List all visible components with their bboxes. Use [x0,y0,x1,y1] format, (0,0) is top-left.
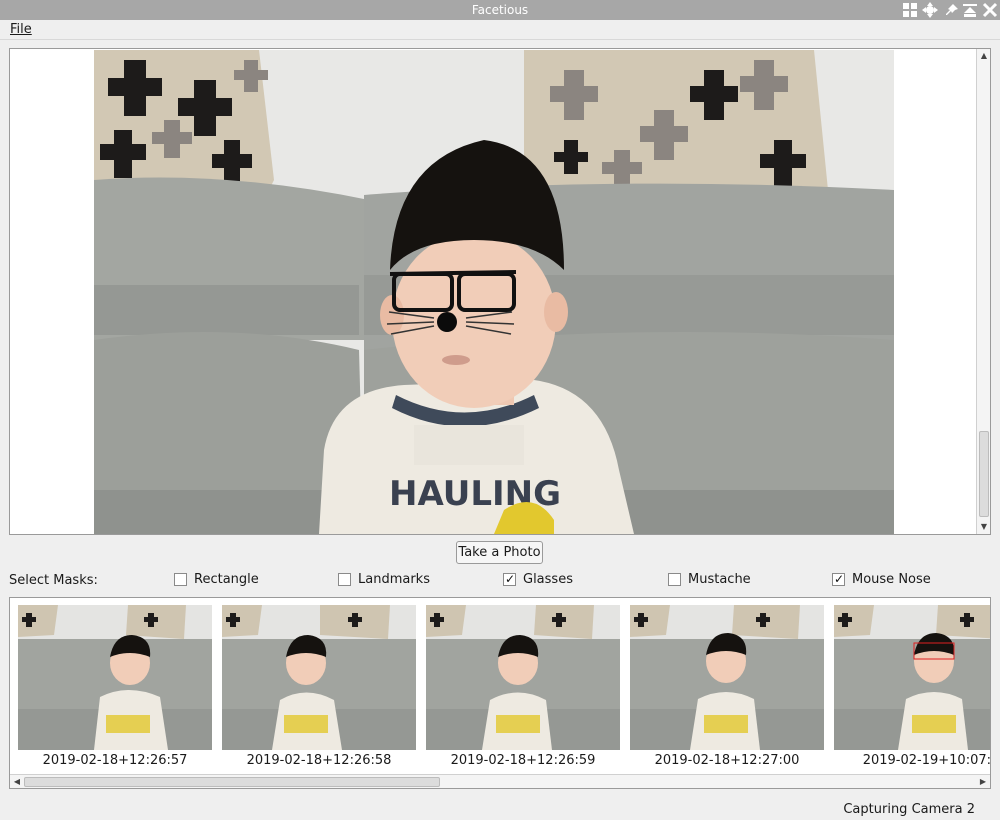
photo-gallery: 2019-02-18+12:26:57 2019-02-18+12:26:58 [9,597,991,789]
horizontal-scroll-thumb[interactable] [24,777,440,787]
gallery-thumbnail[interactable] [834,605,990,750]
select-masks-label: Select Masks: [9,573,98,588]
menu-bar: File [0,20,1000,40]
mask-mustache[interactable]: Mustache [668,572,751,587]
mask-mouse-nose[interactable]: ✓ Mouse Nose [832,572,931,587]
thumbnail-caption: 2019-02-18+12:26:59 [450,753,596,768]
vertical-scroll-thumb[interactable] [979,431,989,517]
gallery-item[interactable]: 2019-02-18+12:26:58 [222,605,416,768]
status-text: Capturing Camera 2 [843,802,975,817]
scroll-left-icon[interactable]: ◀ [10,775,24,788]
thumbnail-caption: 2019-02-18+12:27:00 [654,753,800,768]
mask-label: Mouse Nose [852,572,931,587]
mask-label: Mustache [688,572,751,587]
take-photo-button[interactable]: Take a Photo [456,541,543,564]
minimize-icon[interactable] [962,2,978,18]
mustache-checkbox[interactable] [668,573,681,586]
mouse-nose-checkbox[interactable]: ✓ [832,572,845,586]
check-icon: ✓ [505,572,516,586]
glasses-checkbox[interactable]: ✓ [503,572,516,586]
scroll-down-icon[interactable]: ▼ [977,520,991,534]
gallery-thumbnail[interactable] [630,605,824,750]
gallery-thumbnail[interactable] [426,605,620,750]
viewport-vertical-scrollbar[interactable]: ▲ ▼ [976,49,990,534]
grid-icon[interactable] [902,2,918,18]
thumbnail-caption: 2019-02-18+12:26:58 [246,753,392,768]
menu-file[interactable]: File [10,22,32,37]
check-icon: ✓ [834,572,845,586]
scroll-right-icon[interactable]: ▶ [976,775,990,788]
pillow-right [524,50,829,205]
scroll-up-icon[interactable]: ▲ [977,49,991,63]
title-bar: Facetious [0,0,1000,20]
pin-icon[interactable] [944,2,960,18]
close-icon[interactable] [982,2,998,18]
gallery-thumbnail[interactable] [222,605,416,750]
window-title: Facetious [471,3,529,17]
landmarks-checkbox[interactable] [338,573,351,586]
mask-landmarks[interactable]: Landmarks [338,572,430,587]
gallery-thumbnail[interactable] [18,605,212,750]
gallery-item[interactable]: 2019-02-19+10:07:1 [834,605,991,768]
gallery-horizontal-scrollbar[interactable]: ◀ ▶ [10,774,990,788]
mask-glasses[interactable]: ✓ Glasses [503,572,573,587]
camera-frame: HAULING [94,50,894,534]
mask-label: Landmarks [358,572,430,587]
pillow-left [94,50,274,190]
gallery-item[interactable]: 2019-02-18+12:27:00 [630,605,824,768]
rectangle-checkbox[interactable] [174,573,187,586]
move-icon[interactable] [922,2,938,18]
gallery-item[interactable]: 2019-02-18+12:26:57 [18,605,212,768]
mouse-nose-overlay [437,312,457,332]
thumbnail-caption: 2019-02-18+12:26:57 [42,753,188,768]
mask-label: Rectangle [194,572,259,587]
mask-label: Glasses [523,572,573,587]
gallery-item[interactable]: 2019-02-18+12:26:59 [426,605,620,768]
thumbnail-caption: 2019-02-19+10:07:1 [862,753,991,768]
mask-rectangle[interactable]: Rectangle [174,572,259,587]
camera-viewport[interactable]: HAULING ▲ ▼ [9,48,991,535]
